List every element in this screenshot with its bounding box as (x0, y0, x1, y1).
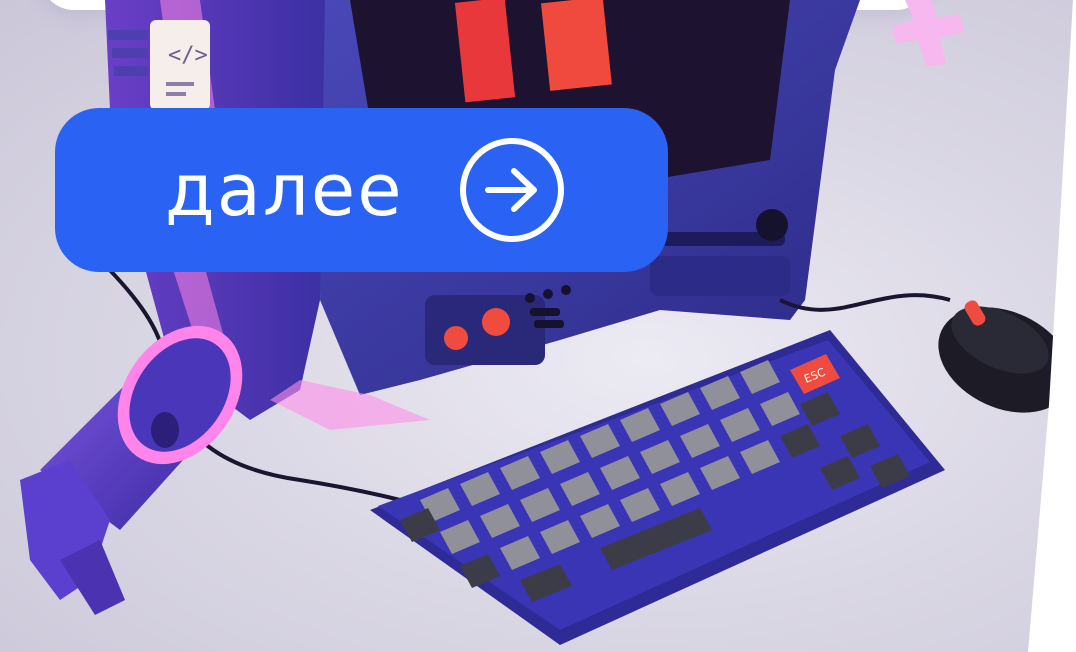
next-button[interactable]: далее (55, 108, 668, 272)
retro-computer-illustration: </> ESC (20, 0, 1072, 645)
keyboard: ESC (370, 330, 945, 645)
computer-mouse (938, 300, 1072, 413)
arrow-right-icon (459, 138, 564, 242)
code-paper-strip: </> (150, 20, 210, 110)
next-button-label: далее (165, 148, 404, 232)
sparkle-icon (892, 0, 964, 66)
promo-illustration: </> ESC далее (0, 0, 1076, 652)
code-tag-label: </> (168, 43, 208, 68)
